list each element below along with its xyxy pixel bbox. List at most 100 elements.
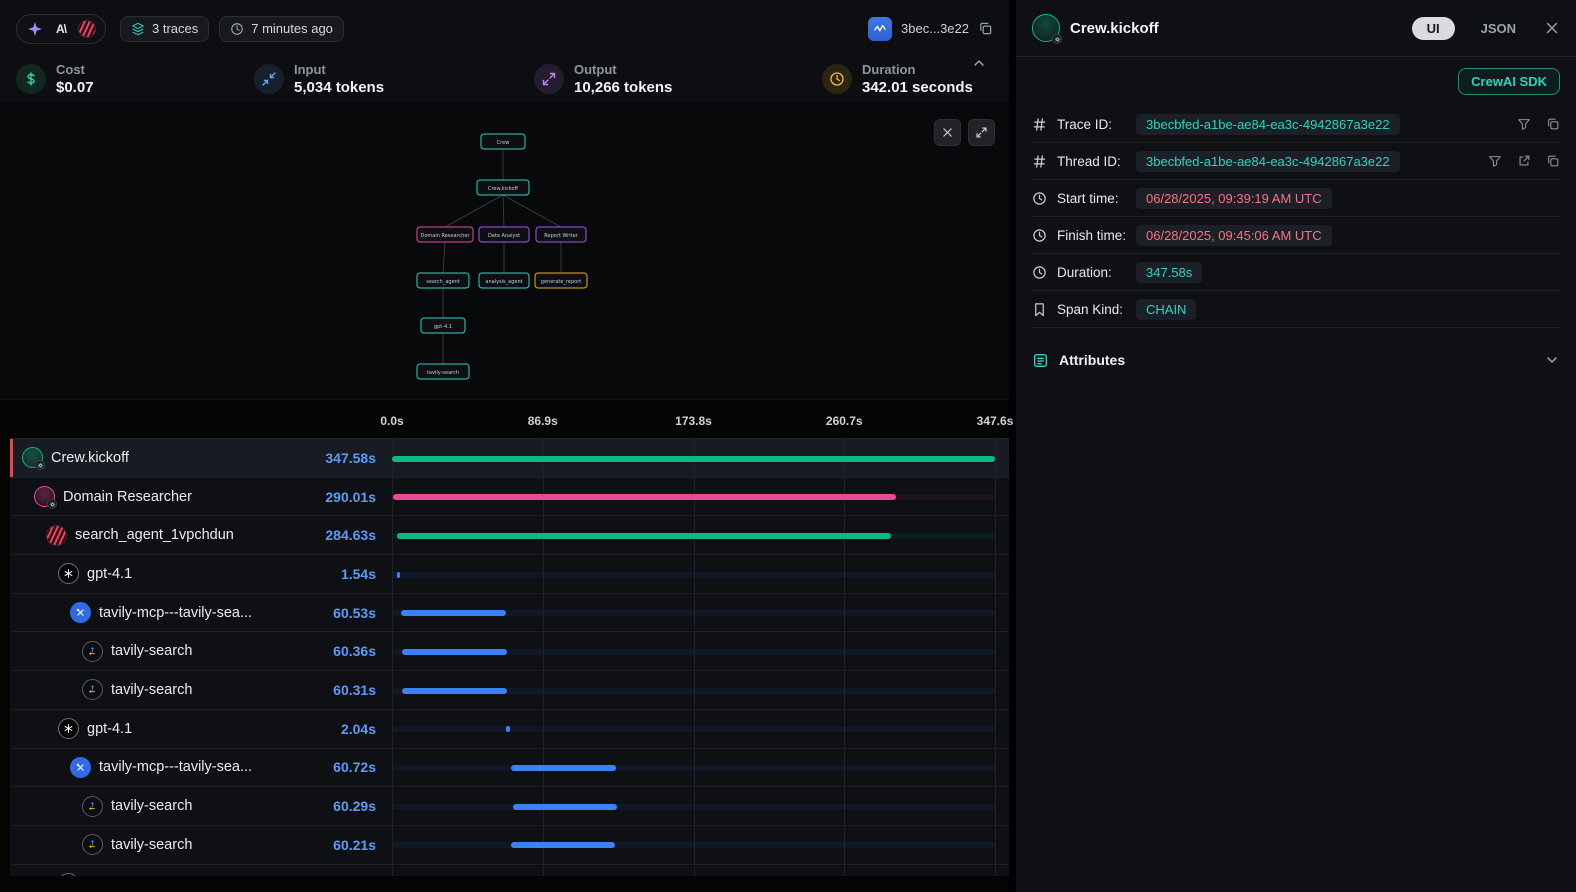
span-row[interactable]: tavily-search 60.31s	[10, 671, 1009, 710]
field-label: Start time:	[1057, 191, 1119, 206]
funnel-icon[interactable]	[1517, 117, 1531, 131]
span-name-cell: gpt-4.1 1.54s	[10, 555, 382, 593]
gridline	[995, 478, 996, 516]
tab-json[interactable]: JSON	[1481, 21, 1516, 36]
time-tick: 347.6s	[977, 414, 1014, 428]
chevron-down-icon[interactable]	[1544, 352, 1560, 368]
field-label: Duration:	[1057, 265, 1112, 280]
svg-text:search_agent: search_agent	[426, 279, 460, 285]
tab-ui[interactable]: UI	[1412, 17, 1455, 40]
openai-icon	[58, 563, 79, 584]
gear-badge-icon	[47, 499, 57, 509]
gridline	[995, 710, 996, 748]
attributes-icon	[1032, 352, 1049, 369]
graph-node[interactable]: analysis_agent	[479, 273, 529, 288]
graph-node[interactable]: generate_report	[535, 273, 587, 288]
duration-bar	[511, 765, 616, 771]
close-panel-icon[interactable]	[1544, 20, 1560, 36]
duration-bar	[506, 726, 510, 732]
anthropic-logo-icon: A\	[52, 20, 70, 38]
graph-node[interactable]: tavily-search	[417, 364, 469, 379]
span-name: Domain Researcher	[63, 489, 192, 505]
stat-value: 5,034 tokens	[294, 79, 384, 96]
clock-icon	[230, 22, 244, 36]
close-graph-button[interactable]	[934, 119, 961, 146]
graph-node[interactable]: search_agent	[417, 273, 469, 288]
span-duration: 1.36s	[341, 875, 382, 876]
activity-button[interactable]	[868, 17, 892, 41]
gridline	[392, 787, 393, 825]
duration-bar	[402, 688, 507, 694]
gridline	[392, 594, 393, 632]
span-name-cell: Crew.kickoff 347.58s	[10, 439, 382, 477]
openai-icon	[58, 873, 79, 876]
collapse-chevron-icon[interactable]	[971, 55, 987, 71]
span-name-cell: tavily-mcp---tavily-sea... 60.72s	[10, 749, 382, 787]
span-name-cell: tavily-search 60.31s	[10, 671, 382, 709]
provider-logos: A\	[16, 14, 106, 44]
span-row[interactable]: Crew.kickoff 347.58s	[10, 439, 1009, 478]
copy-icon[interactable]	[978, 21, 993, 36]
gridline	[844, 865, 845, 876]
gridline	[995, 439, 996, 477]
field-row: Span Kind: CHAIN	[1032, 291, 1560, 328]
span-row[interactable]: tavily-search 60.29s	[10, 787, 1009, 826]
attributes-section[interactable]: Attributes	[1032, 340, 1560, 380]
graph-node[interactable]: Data Analyst	[479, 227, 529, 242]
expand-graph-button[interactable]	[968, 119, 995, 146]
graph-node[interactable]: Crew	[481, 134, 525, 149]
span-row[interactable]: gpt-4.1 2.04s	[10, 710, 1009, 749]
time-tick: 0.0s	[380, 414, 403, 428]
stats-bar: Cost $0.07 Input 5,034 tokens Output 10,…	[0, 57, 1009, 100]
copy-icon[interactable]	[1546, 117, 1560, 131]
funnel-icon[interactable]	[1488, 154, 1502, 168]
span-row[interactable]: search_agent_1vpchdun 284.63s	[10, 516, 1009, 555]
span-name-cell: tavily-mcp---tavily-sea... 60.53s	[10, 594, 382, 632]
span-row[interactable]: tavily-search 60.36s	[10, 632, 1009, 671]
traces-count-label: 3 traces	[152, 21, 198, 36]
field-row: Start time: 06/28/2025, 09:39:19 AM UTC	[1032, 180, 1560, 217]
span-row[interactable]: tavily-mcp---tavily-sea... 60.72s	[10, 749, 1009, 788]
external-icon[interactable]	[1517, 154, 1531, 168]
fields-list: Trace ID: 3becbfed-a1be-ae84-ea3c-494286…	[1032, 106, 1560, 328]
span-row[interactable]: tavily-mcp---tavily-sea... 60.53s	[10, 594, 1009, 633]
trace-header-card: A\ 3 traces 7 minutes ago 3bec...3e22	[0, 0, 1009, 100]
stat-duration: Duration 342.01 seconds	[822, 62, 973, 96]
time-ago-badge: 7 minutes ago	[219, 16, 344, 42]
span-row[interactable]: gpt-4.1 1.36s	[10, 865, 1009, 876]
span-name-cell: Domain Researcher 290.01s	[10, 478, 382, 516]
arrows-out-icon	[534, 64, 564, 94]
field-label-group: Span Kind:	[1032, 302, 1136, 317]
span-row[interactable]: Domain Researcher 290.01s	[10, 478, 1009, 517]
bookmark-icon	[1032, 302, 1047, 317]
copy-icon[interactable]	[1546, 154, 1560, 168]
span-name: tavily-mcp---tavily-sea...	[99, 759, 252, 775]
graph-node[interactable]: Report Writer	[536, 227, 586, 242]
duration-bar	[513, 804, 618, 810]
graph-node[interactable]: Domain Researcher	[417, 227, 473, 242]
svg-text:Domain Researcher: Domain Researcher	[420, 233, 470, 239]
graph-viewport[interactable]: Crew Crew.kickoff Domain Researcher Data…	[0, 100, 1009, 400]
time-tick: 173.8s	[675, 414, 712, 428]
span-name: tavily-mcp---tavily-sea...	[99, 605, 252, 621]
span-row[interactable]: tavily-search 60.21s	[10, 826, 1009, 865]
gridline	[694, 749, 695, 787]
span-row[interactable]: gpt-4.1 1.54s	[10, 555, 1009, 594]
field-label-group: Thread ID:	[1032, 154, 1136, 169]
gridline	[694, 555, 695, 593]
stat-cost: Cost $0.07	[16, 62, 254, 96]
gridline	[995, 516, 996, 554]
span-duration: 60.21s	[333, 837, 382, 853]
sdk-badge[interactable]: CrewAI SDK	[1458, 68, 1560, 95]
graph-node[interactable]: Crew.kickoff	[477, 180, 529, 195]
span-duration: 60.36s	[333, 643, 382, 659]
tools-icon	[70, 602, 91, 623]
trace-graph[interactable]: Crew Crew.kickoff Domain Researcher Data…	[393, 128, 613, 388]
graph-node[interactable]: gpt-4.1	[421, 318, 465, 333]
selected-accent	[10, 439, 13, 477]
field-value: 347.58s	[1136, 262, 1202, 283]
svg-text:Crew: Crew	[497, 140, 510, 146]
sparkle-icon	[26, 20, 44, 38]
crewai-agent-icon	[34, 486, 55, 507]
traces-count-badge[interactable]: 3 traces	[120, 16, 209, 42]
